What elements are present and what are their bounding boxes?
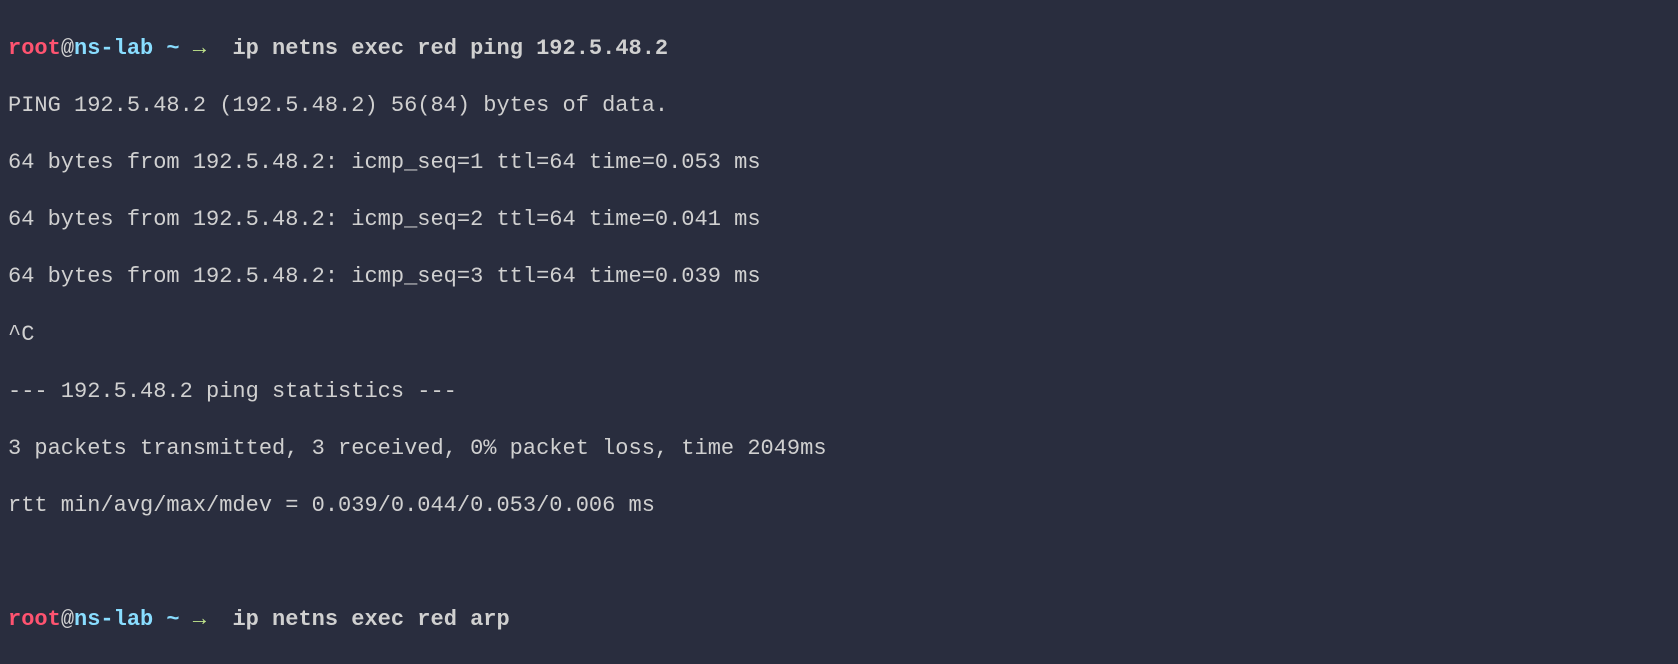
command-ping: ip netns exec red ping 192.5.48.2 — [232, 36, 668, 61]
ping-output-line: 64 bytes from 192.5.48.2: icmp_seq=2 ttl… — [8, 206, 1670, 235]
prompt-line-1[interactable]: root@ns-lab ~ → ip netns exec red ping 1… — [8, 35, 1670, 64]
prompt-host: ns-lab — [74, 36, 153, 61]
prompt-arrow-icon: → — [193, 607, 233, 632]
ping-stats-summary: 3 packets transmitted, 3 received, 0% pa… — [8, 435, 1670, 464]
ping-output-line: PING 192.5.48.2 (192.5.48.2) 56(84) byte… — [8, 92, 1670, 121]
prompt-at: @ — [61, 36, 74, 61]
blank-line — [8, 549, 1670, 578]
prompt-line-2[interactable]: root@ns-lab ~ → ip netns exec red arp — [8, 606, 1670, 635]
ping-output-line: 64 bytes from 192.5.48.2: icmp_seq=1 ttl… — [8, 149, 1670, 178]
command-arp-red: ip netns exec red arp — [232, 607, 509, 632]
prompt-path: ~ — [153, 607, 193, 632]
prompt-path: ~ — [153, 36, 193, 61]
ping-output-line: 64 bytes from 192.5.48.2: icmp_seq=3 ttl… — [8, 263, 1670, 292]
ping-stats-header: --- 192.5.48.2 ping statistics --- — [8, 378, 1670, 407]
prompt-arrow-icon: → — [193, 36, 233, 61]
prompt-user: root — [8, 607, 61, 632]
terminal[interactable]: root@ns-lab ~ → ip netns exec red ping 1… — [0, 0, 1678, 664]
prompt-user: root — [8, 36, 61, 61]
prompt-host: ns-lab — [74, 607, 153, 632]
ping-rtt: rtt min/avg/max/mdev = 0.039/0.044/0.053… — [8, 492, 1670, 521]
ping-interrupt: ^C — [8, 321, 1670, 350]
prompt-at: @ — [61, 607, 74, 632]
